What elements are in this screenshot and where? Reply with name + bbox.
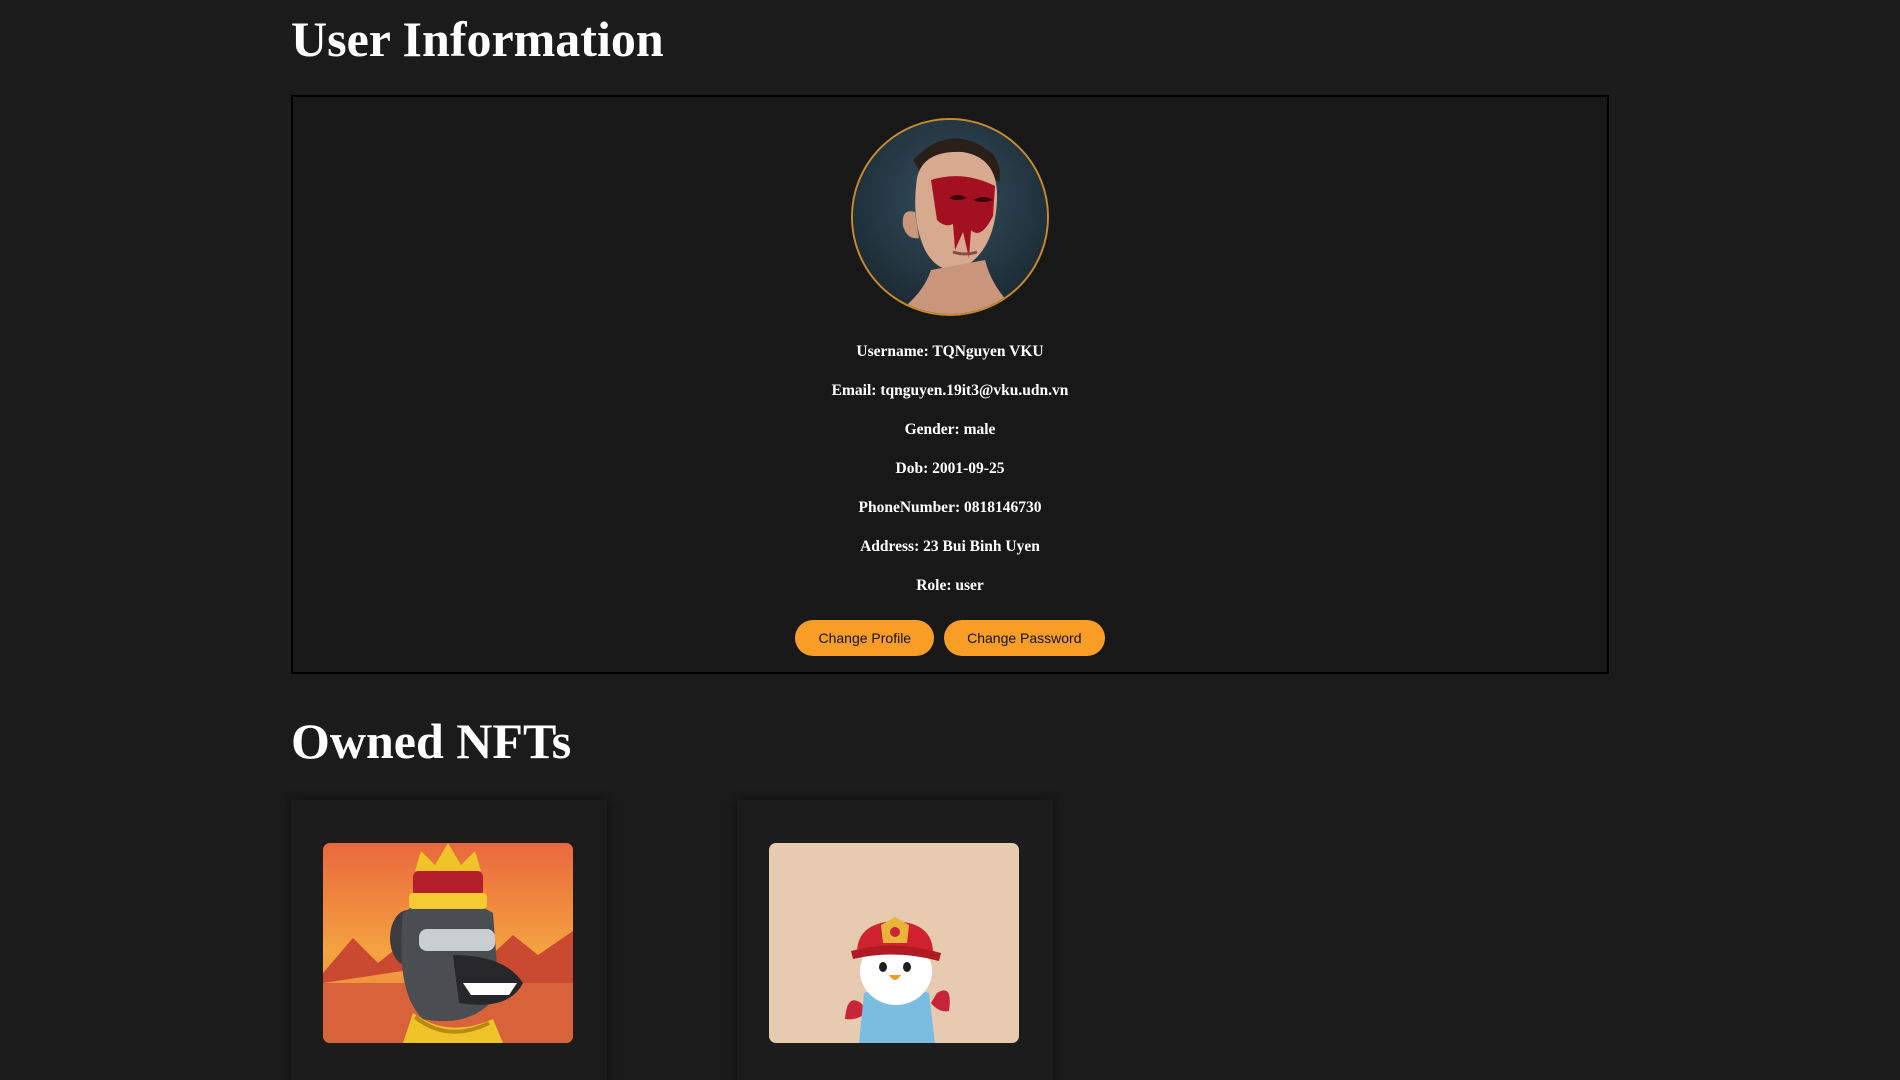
gender-value: male [963, 421, 996, 438]
email-label: Email [831, 382, 872, 399]
email-value: tqnguyen.19it3@vku.udn.vn [880, 382, 1069, 399]
address-value: 23 Bui Binh Uyen [923, 538, 1040, 555]
profile-actions: Change Profile Change Password [293, 620, 1607, 656]
dob-value: 2001-09-25 [932, 460, 1005, 477]
gender-field: Gender: male [904, 421, 996, 438]
address-field: Address: 23 Bui Binh Uyen [860, 538, 1040, 555]
dob-label: Dob [895, 460, 924, 477]
nft-king-bulldog-image[interactable] [323, 843, 573, 1043]
phone-number-value: 0818146730 [964, 499, 1042, 516]
nft-firefighter-penguin-image[interactable] [769, 843, 1019, 1043]
user-info-card: Username: TQNguyen VKU Email: tqnguyen.1… [291, 95, 1609, 674]
username-value: TQNguyen VKU [932, 343, 1044, 360]
email-field: Email: tqnguyen.19it3@vku.udn.vn [831, 382, 1069, 399]
role-field: Role: user [916, 577, 984, 594]
user-details-list: Username: TQNguyen VKU Email: tqnguyen.1… [293, 342, 1607, 615]
user-information-title: User Information [291, 11, 664, 67]
owned-nfts-title: Owned NFTs [291, 713, 572, 769]
phone-number-field: PhoneNumber: 0818146730 [858, 499, 1042, 516]
gender-label: Gender [904, 421, 955, 438]
role-label: Role [916, 577, 947, 594]
user-profile-page: User Information Username: TQNguyen VKU … [0, 0, 1900, 1080]
username-label: Username [856, 343, 924, 360]
username-field: Username: TQNguyen VKU [856, 343, 1044, 360]
avatar [851, 118, 1049, 316]
address-label: Address [860, 538, 915, 555]
role-value: user [955, 577, 984, 594]
phone-number-label: PhoneNumber [858, 499, 955, 516]
change-password-button[interactable]: Change Password [944, 620, 1105, 656]
change-profile-button[interactable]: Change Profile [795, 620, 935, 656]
dob-field: Dob: 2001-09-25 [895, 460, 1005, 477]
nft-card[interactable] [737, 800, 1053, 1080]
nft-card[interactable] [291, 800, 607, 1080]
avatar-portrait-image [853, 120, 1047, 314]
